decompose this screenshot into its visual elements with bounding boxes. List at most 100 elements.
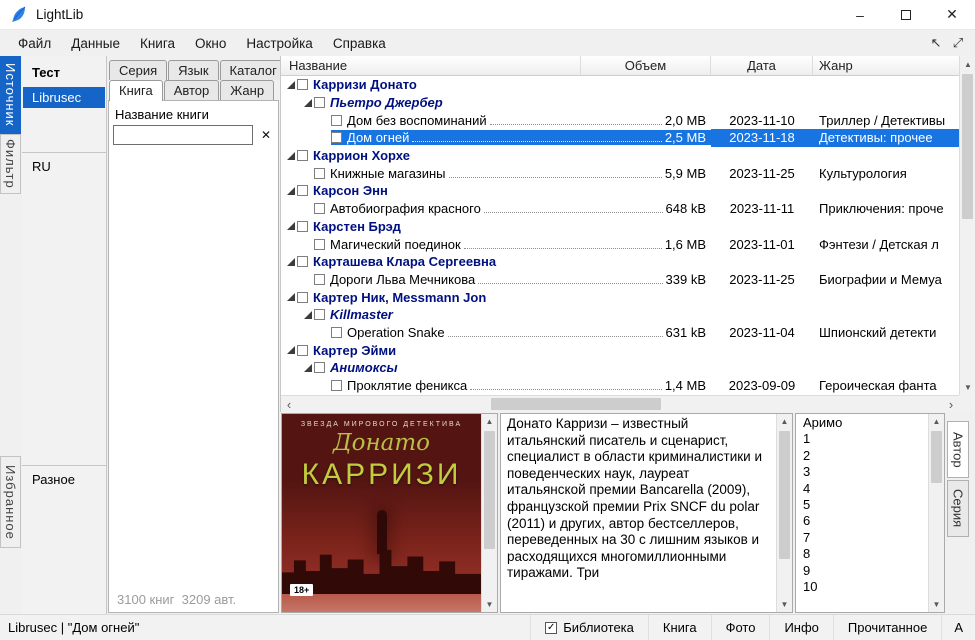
source-item-librusec[interactable]: Librusec (23, 87, 105, 108)
list-scrollbar[interactable]: ▲ ▼ (928, 414, 944, 612)
expand-icon[interactable] (285, 185, 297, 197)
expand-icon[interactable] (302, 309, 314, 321)
sidebar-tab-source[interactable]: Источник (0, 56, 21, 134)
filter-tab[interactable]: Язык (168, 60, 219, 80)
row-checkbox[interactable] (297, 79, 308, 91)
scroll-up-icon[interactable]: ▲ (929, 414, 944, 429)
row-checkbox[interactable] (314, 203, 325, 215)
tree-row[interactable]: Killmaster (281, 306, 959, 324)
row-checkbox[interactable] (314, 309, 325, 321)
side-tab[interactable]: Автор (947, 421, 969, 478)
status-item[interactable]: Инфо (769, 615, 832, 640)
scroll-thumb[interactable] (491, 398, 661, 410)
column-header-size[interactable]: Объем (581, 56, 711, 75)
tree-row[interactable]: Пьетро Джербер (281, 94, 959, 112)
row-checkbox[interactable] (331, 114, 342, 126)
sidebar-tab-favorites[interactable]: Избранное (0, 456, 21, 548)
cover-scrollbar[interactable]: ▲ ▼ (481, 414, 497, 612)
tree-row[interactable]: Книжные магазины 5,9 MB 2023-11-25 Культ… (281, 164, 959, 182)
menu-item[interactable]: Окно (185, 33, 236, 54)
close-button[interactable]: ✕ (929, 0, 975, 30)
status-item[interactable]: Прочитанное (832, 615, 941, 640)
list-item[interactable]: 8 (796, 545, 928, 561)
expand-icon[interactable] (285, 256, 297, 268)
favorites-item-raznoe[interactable]: Разное (32, 472, 75, 487)
list-item[interactable]: 1 (796, 430, 928, 446)
list-item[interactable]: 5 (796, 496, 928, 512)
filter-tab[interactable]: Автор (163, 80, 220, 100)
row-checkbox[interactable] (297, 344, 308, 356)
row-checkbox[interactable] (331, 380, 342, 392)
tree-row[interactable]: Анимоксы (281, 359, 959, 377)
row-checkbox[interactable] (297, 291, 308, 303)
tree-vscrollbar[interactable]: ▲ ▼ (959, 56, 975, 395)
minimize-button[interactable]: – (837, 0, 883, 30)
menu-item[interactable]: Настройка (236, 33, 322, 54)
list-item[interactable]: 3 (796, 463, 928, 479)
tree-row[interactable]: Дом огней 2,5 MB 2023-11-18 Детективы: п… (281, 129, 959, 147)
row-checkbox[interactable] (297, 256, 308, 268)
filter-tab[interactable]: Книга (109, 80, 163, 101)
row-checkbox[interactable] (297, 220, 308, 232)
expand-icon[interactable] (285, 344, 297, 356)
scroll-thumb[interactable] (484, 431, 495, 549)
row-checkbox[interactable] (314, 97, 325, 109)
row-checkbox[interactable] (297, 150, 308, 162)
list-item[interactable]: 7 (796, 529, 928, 545)
tree-row[interactable]: Карсон Энн (281, 182, 959, 200)
source-item-test[interactable]: Тест (32, 65, 60, 80)
tree-row[interactable]: Operation Snake 631 kB 2023-11-04 Шпионс… (281, 324, 959, 342)
book-title-input[interactable] (113, 125, 253, 145)
list-item[interactable]: 10 (796, 578, 928, 594)
list-item[interactable]: 2 (796, 447, 928, 463)
status-item[interactable]: Фото (710, 615, 770, 640)
expand-icon[interactable] (302, 97, 314, 109)
column-header-genre[interactable]: Жанр (813, 56, 959, 75)
scroll-down-icon[interactable]: ▼ (777, 597, 792, 612)
tree-row[interactable]: Дом без воспоминаний 2,0 MB 2023-11-10 Т… (281, 111, 959, 129)
tree-row[interactable]: Магический поединок 1,6 MB 2023-11-01 Фэ… (281, 235, 959, 253)
tree-row[interactable]: Карташева Клара Сергеевна (281, 253, 959, 271)
side-tab[interactable]: Серия (947, 480, 969, 537)
scroll-thumb[interactable] (962, 74, 973, 219)
scroll-up-icon[interactable]: ▲ (960, 56, 975, 72)
scroll-right-icon[interactable]: › (943, 396, 959, 412)
list-item[interactable]: 4 (796, 480, 928, 496)
scroll-up-icon[interactable]: ▲ (482, 414, 497, 429)
tree-row[interactable]: Карстен Брэд (281, 218, 959, 236)
expand-icon[interactable] (285, 79, 297, 91)
row-checkbox[interactable] (331, 132, 342, 144)
scroll-thumb[interactable] (779, 431, 790, 559)
menu-item[interactable]: Файл (8, 33, 61, 54)
list-item[interactable]: Аримо (796, 414, 928, 430)
expand-icon[interactable] (285, 291, 297, 303)
tree-row[interactable]: Картер Эйми (281, 341, 959, 359)
menu-item[interactable]: Данные (61, 33, 130, 54)
filter-tab[interactable]: Жанр (220, 80, 275, 100)
sidebar-tab-filter[interactable]: Фильтр (0, 134, 21, 194)
scroll-down-icon[interactable]: ▼ (482, 597, 497, 612)
row-checkbox[interactable] (314, 362, 325, 374)
row-checkbox[interactable] (297, 185, 308, 197)
expand-all-icon[interactable]: ⤢ (947, 33, 969, 53)
scroll-down-icon[interactable]: ▼ (929, 597, 944, 612)
tree-row[interactable]: Автобиография красного 648 kB 2023-11-11… (281, 200, 959, 218)
scroll-up-icon[interactable]: ▲ (777, 414, 792, 429)
menu-item[interactable]: Справка (323, 33, 396, 54)
list-item[interactable]: 6 (796, 512, 928, 528)
column-header-name[interactable]: Название (281, 56, 581, 75)
scroll-left-icon[interactable]: ‹ (281, 396, 297, 412)
tree-row[interactable]: Дороги Льва Мечникова 339 kB 2023-11-25 … (281, 271, 959, 289)
tree-row[interactable]: Карризи Донато (281, 76, 959, 94)
filter-item-ru[interactable]: RU (32, 159, 51, 174)
filter-tab[interactable]: Каталог (219, 60, 287, 80)
library-toggle[interactable]: ✓ Библиотека (530, 615, 648, 640)
tree-row[interactable]: Проклятие феникса 1,4 MB 2023-09-09 Геро… (281, 377, 959, 395)
tree-row[interactable]: Картер Ник, Messmann Jon (281, 288, 959, 306)
maximize-button[interactable] (883, 0, 929, 30)
filter-tab[interactable]: Серия (109, 60, 168, 80)
row-checkbox[interactable] (314, 273, 325, 285)
scroll-thumb[interactable] (931, 431, 942, 483)
expand-icon[interactable] (302, 362, 314, 374)
clear-search-button[interactable]: ✕ (257, 125, 275, 145)
